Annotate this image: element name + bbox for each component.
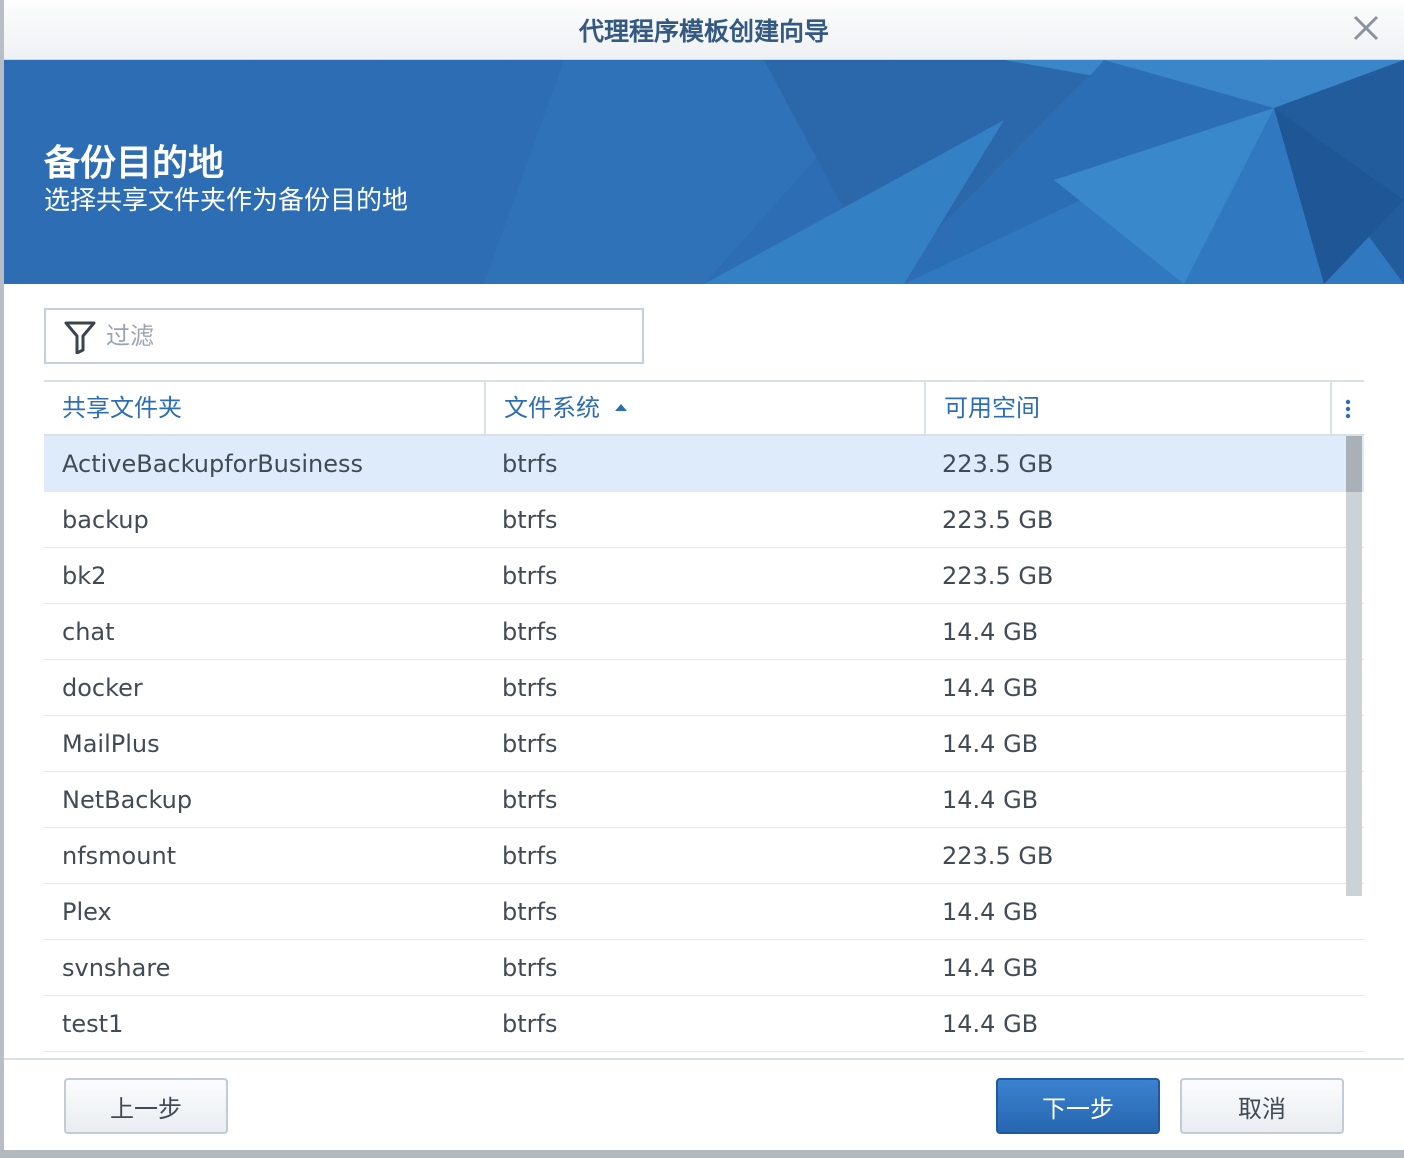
wizard-window: 代理程序模板创建向导 备份目的地 选择共享文件夹作为备份目的地 过滤 共享文件夹… — [4, 0, 1404, 1150]
close-button[interactable] — [1350, 12, 1382, 44]
cell-available-space: 14.4 GB — [942, 1010, 1039, 1038]
table-row[interactable]: ActiveBackupforBusiness btrfs 223.5 GB — [44, 436, 1364, 492]
table-row[interactable]: bk2 btrfs 223.5 GB — [44, 548, 1364, 604]
column-header-available-space[interactable]: 可用空间 — [926, 382, 1326, 436]
cell-available-space: 14.4 GB — [942, 954, 1039, 982]
cell-available-space: 14.4 GB — [942, 786, 1039, 814]
cell-available-space: 14.4 GB — [942, 674, 1039, 702]
column-header-shared-folder[interactable]: 共享文件夹 — [44, 382, 484, 436]
column-header-label: 可用空间 — [944, 394, 1040, 422]
cell-shared-folder: svnshare — [62, 954, 171, 982]
column-header-label: 文件系统 — [504, 394, 600, 422]
cell-file-system: btrfs — [502, 842, 558, 870]
cell-available-space: 223.5 GB — [942, 562, 1054, 590]
table-row[interactable]: svnshare btrfs 14.4 GB — [44, 940, 1364, 996]
more-vertical-icon — [1345, 399, 1351, 419]
cell-available-space: 223.5 GB — [942, 450, 1054, 478]
cell-shared-folder: chat — [62, 618, 115, 646]
desktop-background — [0, 1150, 1404, 1158]
column-header-label: 共享文件夹 — [62, 394, 182, 422]
cell-shared-folder: backup — [62, 506, 149, 534]
wizard-footer: 上一步 下一步 取消 — [4, 1058, 1404, 1150]
cell-available-space: 14.4 GB — [942, 898, 1039, 926]
cell-file-system: btrfs — [502, 674, 558, 702]
cell-shared-folder: ActiveBackupforBusiness — [62, 450, 364, 478]
column-header-file-system[interactable]: 文件系统 — [486, 382, 924, 436]
cell-available-space: 223.5 GB — [942, 506, 1054, 534]
vertical-scrollbar[interactable] — [1346, 436, 1362, 896]
cell-file-system: btrfs — [502, 450, 558, 478]
grid-rows: ActiveBackupforBusiness btrfs 223.5 GB b… — [44, 436, 1364, 1052]
cell-shared-folder: bk2 — [62, 562, 107, 590]
close-icon — [1353, 15, 1379, 41]
cell-file-system: btrfs — [502, 506, 558, 534]
cell-shared-folder: NetBackup — [62, 786, 193, 814]
table-row[interactable]: docker btrfs 14.4 GB — [44, 660, 1364, 716]
table-row[interactable]: NetBackup btrfs 14.4 GB — [44, 772, 1364, 828]
cell-available-space: 223.5 GB — [942, 842, 1054, 870]
table-row[interactable]: nfsmount btrfs 223.5 GB — [44, 828, 1364, 884]
table-row[interactable]: test1 btrfs 14.4 GB — [44, 996, 1364, 1052]
cell-shared-folder: MailPlus — [62, 730, 160, 758]
previous-button[interactable]: 上一步 — [64, 1078, 228, 1134]
cell-file-system: btrfs — [502, 898, 558, 926]
cancel-button[interactable]: 取消 — [1180, 1078, 1344, 1134]
next-button[interactable]: 下一步 — [996, 1078, 1160, 1134]
cell-shared-folder: docker — [62, 674, 143, 702]
filter-input[interactable] — [106, 318, 626, 354]
cell-shared-folder: nfsmount — [62, 842, 177, 870]
grid-header: 共享文件夹 文件系统 可用空间 — [44, 382, 1364, 436]
filter-box[interactable] — [44, 308, 644, 364]
sort-ascending-icon — [614, 404, 627, 411]
cell-file-system: btrfs — [502, 562, 558, 590]
banner-subtitle: 选择共享文件夹作为备份目的地 — [44, 186, 409, 216]
column-separator — [1330, 382, 1332, 436]
cell-file-system: btrfs — [502, 618, 558, 646]
table-row[interactable]: chat btrfs 14.4 GB — [44, 604, 1364, 660]
table-row[interactable]: backup btrfs 223.5 GB — [44, 492, 1364, 548]
table-row[interactable]: MailPlus btrfs 14.4 GB — [44, 716, 1364, 772]
cell-shared-folder: Plex — [62, 898, 112, 926]
table-row[interactable]: Plex btrfs 14.4 GB — [44, 884, 1364, 940]
column-menu-button[interactable] — [1338, 396, 1358, 422]
cell-available-space: 14.4 GB — [942, 730, 1039, 758]
cell-available-space: 14.4 GB — [942, 618, 1039, 646]
cell-file-system: btrfs — [502, 786, 558, 814]
scrollbar-thumb[interactable] — [1346, 436, 1362, 492]
cell-shared-folder: test1 — [62, 1010, 124, 1038]
cell-file-system: btrfs — [502, 1010, 558, 1038]
title-bar: 代理程序模板创建向导 — [4, 0, 1404, 60]
filter-icon — [64, 321, 96, 354]
shared-folder-grid: 共享文件夹 文件系统 可用空间 ActiveBackupforBusiness … — [44, 380, 1364, 1058]
banner-title: 备份目的地 — [44, 143, 225, 184]
cell-file-system: btrfs — [502, 730, 558, 758]
window-title: 代理程序模板创建向导 — [578, 17, 829, 46]
header-banner: 备份目的地 选择共享文件夹作为备份目的地 — [4, 60, 1404, 284]
cell-file-system: btrfs — [502, 954, 558, 982]
